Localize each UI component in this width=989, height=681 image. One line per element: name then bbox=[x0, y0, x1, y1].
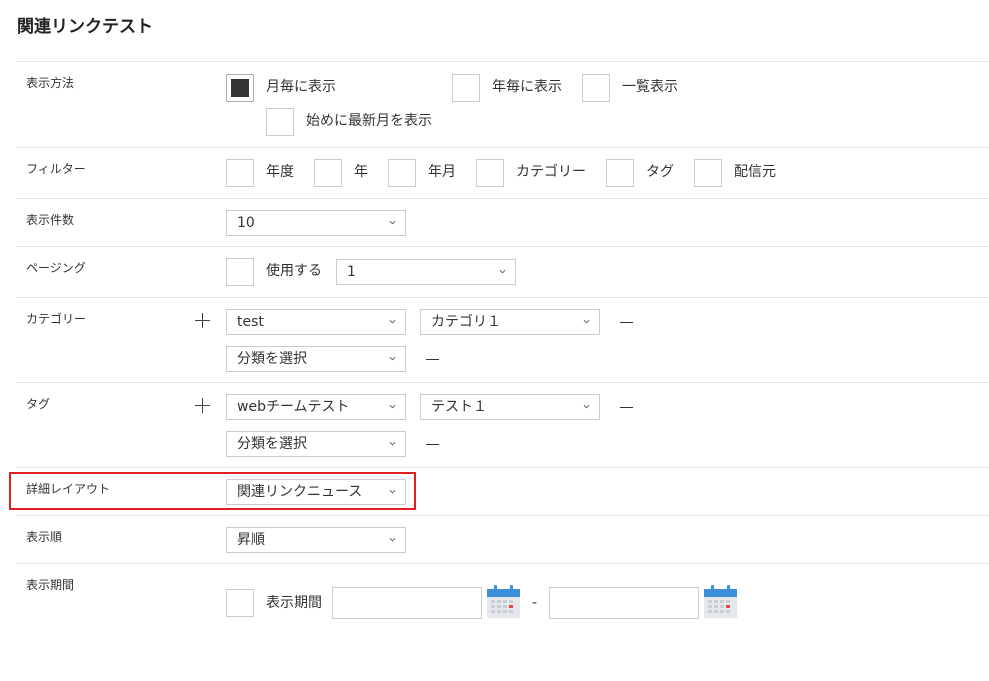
detail-layout-highlight bbox=[9, 472, 416, 510]
monthly-display-checkbox[interactable] bbox=[226, 74, 254, 102]
chevron-down-icon bbox=[389, 319, 396, 324]
filter-year-month-label: 年月 bbox=[428, 164, 456, 180]
period-start-input[interactable] bbox=[332, 587, 482, 619]
chevron-down-icon bbox=[389, 220, 396, 225]
yearly-display-label: 年毎に表示 bbox=[492, 79, 562, 95]
display-count-select[interactable]: 10 bbox=[226, 210, 406, 236]
latest-month-first-checkbox[interactable] bbox=[266, 108, 294, 136]
paging-value: 1 bbox=[347, 264, 356, 280]
paging-label: ページング bbox=[26, 261, 86, 275]
paging-select[interactable]: 1 bbox=[336, 259, 516, 285]
display-order-select[interactable]: 昇順 bbox=[226, 527, 406, 553]
chevron-down-icon bbox=[583, 319, 590, 324]
filter-tag-label: タグ bbox=[646, 164, 674, 180]
tag-group-select[interactable]: webチームテスト bbox=[226, 394, 406, 420]
filter-category-label: カテゴリー bbox=[516, 164, 586, 180]
chevron-down-icon bbox=[583, 404, 590, 409]
display-order-label: 表示順 bbox=[26, 530, 63, 544]
filter-fiscal-year-checkbox[interactable] bbox=[226, 159, 254, 187]
chevron-down-icon bbox=[389, 441, 396, 446]
period-separator: - bbox=[532, 595, 538, 611]
row-display-count: 表示件数 10 bbox=[17, 198, 989, 247]
tag-group-value-2: 分類を選択 bbox=[237, 436, 307, 452]
filter-year-month-checkbox[interactable] bbox=[388, 159, 416, 187]
display-method-label: 表示方法 bbox=[26, 76, 75, 90]
chevron-down-icon bbox=[389, 404, 396, 409]
row-tag: タグ webチームテスト テスト１ 分類を選択 bbox=[17, 382, 989, 468]
display-order-value: 昇順 bbox=[237, 532, 265, 548]
tag-label: タグ bbox=[26, 397, 51, 411]
row-display-order: 表示順 昇順 bbox=[17, 515, 989, 564]
tag-group-select-2[interactable]: 分類を選択 bbox=[226, 431, 406, 457]
filter-label: フィルター bbox=[26, 162, 86, 176]
category-group-value: test bbox=[237, 314, 264, 330]
remove-category-icon[interactable] bbox=[620, 322, 633, 323]
latest-month-first-label: 始めに最新月を表示 bbox=[306, 113, 432, 129]
category-group-select[interactable]: test bbox=[226, 309, 406, 335]
tag-group-value: webチームテスト bbox=[237, 399, 350, 415]
display-period-label: 表示期間 bbox=[26, 578, 75, 592]
remove-tag-icon[interactable] bbox=[620, 407, 633, 408]
filter-year-label: 年 bbox=[354, 164, 368, 180]
list-display-checkbox[interactable] bbox=[582, 74, 610, 102]
chevron-down-icon bbox=[389, 356, 396, 361]
category-group-select-2[interactable]: 分類を選択 bbox=[226, 346, 406, 372]
paging-use-checkbox[interactable] bbox=[226, 258, 254, 286]
yearly-display-checkbox[interactable] bbox=[452, 74, 480, 102]
row-display-method: 表示方法 月毎に表示 年毎に表示 一覧表示 始めに最新月を表示 bbox=[17, 61, 989, 148]
display-count-label: 表示件数 bbox=[26, 213, 75, 227]
filter-category-checkbox[interactable] bbox=[476, 159, 504, 187]
category-group-value-2: 分類を選択 bbox=[237, 351, 307, 367]
category-label: カテゴリー bbox=[26, 312, 87, 326]
tag-item-value: テスト１ bbox=[431, 399, 487, 415]
remove-category-icon-2[interactable] bbox=[426, 359, 439, 360]
row-filter: フィルター 年度 年 年月 カテゴリー タグ 配信元 bbox=[17, 147, 989, 199]
chevron-down-icon bbox=[499, 269, 506, 274]
display-period-checkbox[interactable] bbox=[226, 589, 254, 617]
add-category-icon[interactable] bbox=[195, 313, 210, 328]
filter-tag-checkbox[interactable] bbox=[606, 159, 634, 187]
row-display-period: 表示期間 表示期間 - bbox=[17, 563, 989, 634]
row-paging: ページング 使用する 1 bbox=[17, 246, 989, 298]
category-item-select[interactable]: カテゴリ１ bbox=[420, 309, 600, 335]
filter-year-checkbox[interactable] bbox=[314, 159, 342, 187]
monthly-display-label: 月毎に表示 bbox=[266, 79, 336, 95]
period-end-input[interactable] bbox=[549, 587, 699, 619]
calendar-icon[interactable] bbox=[703, 584, 739, 620]
filter-fiscal-year-label: 年度 bbox=[266, 164, 294, 180]
list-display-label: 一覧表示 bbox=[622, 79, 678, 95]
filter-source-checkbox[interactable] bbox=[694, 159, 722, 187]
tag-item-select[interactable]: テスト１ bbox=[420, 394, 600, 420]
display-count-value: 10 bbox=[237, 215, 255, 231]
display-period-checkbox-label: 表示期間 bbox=[266, 595, 322, 611]
calendar-icon[interactable] bbox=[486, 584, 522, 620]
chevron-down-icon bbox=[389, 537, 396, 542]
row-category: カテゴリー test カテゴリ１ 分類を選択 bbox=[17, 297, 989, 383]
paging-use-label: 使用する bbox=[266, 263, 322, 279]
add-tag-icon[interactable] bbox=[195, 398, 210, 413]
remove-tag-icon-2[interactable] bbox=[426, 444, 439, 445]
category-item-value: カテゴリ１ bbox=[431, 314, 501, 330]
page-title: 関連リンクテスト bbox=[17, 17, 153, 37]
filter-source-label: 配信元 bbox=[734, 164, 776, 180]
